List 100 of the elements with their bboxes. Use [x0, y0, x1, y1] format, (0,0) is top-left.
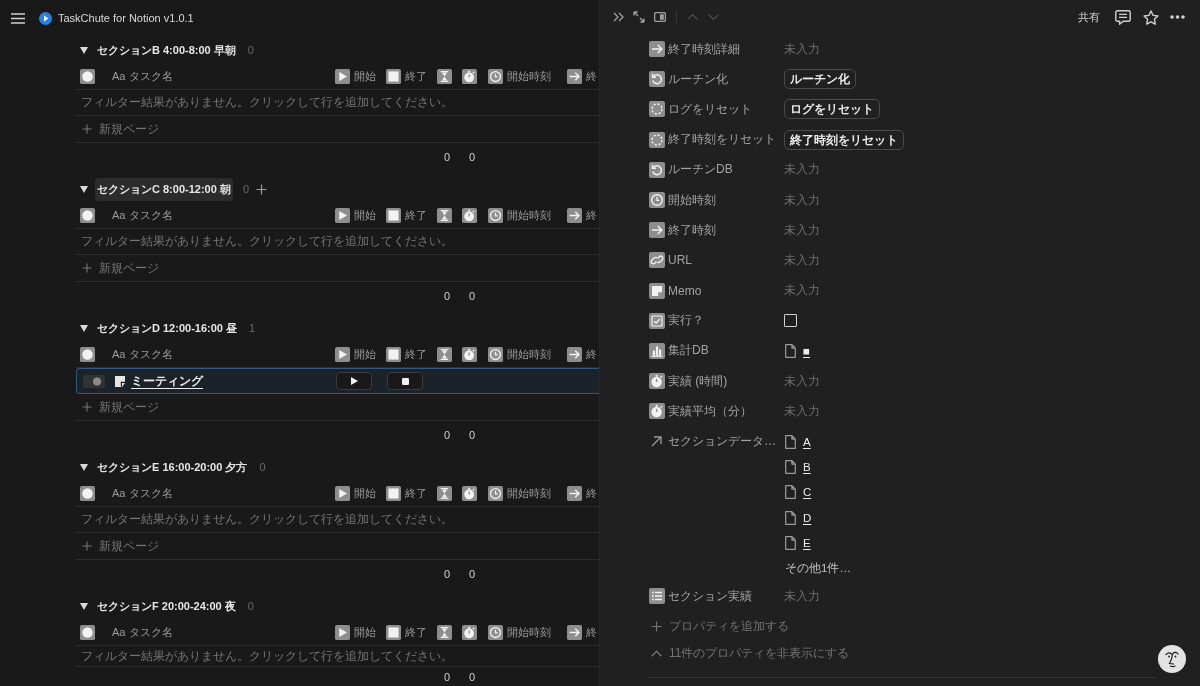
section-title[interactable]: セクションF 20:00-24:00 夜	[95, 594, 238, 618]
section-title[interactable]: セクションC 8:00-12:00 朝	[95, 177, 233, 201]
property-label[interactable]: 実績 (時間)	[668, 372, 784, 390]
page-link[interactable]: D	[803, 511, 812, 524]
empty-message[interactable]: フィルター結果がありません。クリックして行を追加してください。	[76, 94, 453, 111]
page-link[interactable]: C	[803, 486, 812, 499]
more-link[interactable]: その他1件…	[785, 560, 851, 576]
column-header[interactable]: 開始時刻	[488, 625, 551, 640]
column-header[interactable]: 開始時刻	[488, 347, 551, 362]
column-header[interactable]: Aa タスク名	[112, 625, 173, 640]
column-header[interactable]: 終了	[386, 347, 427, 362]
stopwatch-icon[interactable]	[462, 486, 477, 501]
column-header[interactable]: 開始	[335, 625, 376, 640]
property-label[interactable]: ログをリセット	[668, 100, 784, 118]
task-row[interactable]: ミーティング	[76, 368, 600, 394]
caret-icon[interactable]	[80, 463, 88, 471]
help-button[interactable]	[1158, 645, 1186, 673]
menu-icon[interactable]	[11, 12, 25, 24]
property-label[interactable]: セクション実績	[668, 587, 784, 605]
column-header[interactable]: 終了	[386, 625, 427, 640]
double-chevron-icon[interactable]	[613, 12, 624, 22]
property-label[interactable]: Memo	[668, 283, 784, 298]
new-page-button[interactable]: 新規ページ	[76, 120, 159, 138]
property-label[interactable]: ルーチン化	[668, 70, 784, 88]
hourglass-icon[interactable]	[437, 625, 452, 640]
stopwatch-icon[interactable]	[462, 69, 477, 84]
section-title[interactable]: セクションE 16:00-20:00 夕方	[95, 455, 250, 479]
hourglass-icon[interactable]	[437, 208, 452, 223]
section-title[interactable]: セクションD 12:00-16:00 昼	[95, 316, 239, 340]
column-header[interactable]: 開始	[335, 208, 376, 223]
column-header[interactable]: 開始時刻	[488, 69, 551, 84]
column-header[interactable]: Aa タスク名	[112, 486, 173, 501]
column-header[interactable]: 終了	[386, 69, 427, 84]
column-header[interactable]: 開始	[335, 347, 376, 362]
stopwatch-icon[interactable]	[462, 347, 477, 362]
stopwatch-icon[interactable]	[462, 208, 477, 223]
property-label[interactable]: セクションデータ…	[668, 433, 784, 451]
column-header[interactable]: 開始	[335, 486, 376, 501]
column-header[interactable]: 開始	[335, 69, 376, 84]
add-property-button[interactable]: プロパティを追加する	[649, 611, 789, 642]
empty-message[interactable]: フィルター結果がありません。クリックして行を追加してください。	[76, 647, 453, 665]
circle-icon[interactable]	[80, 625, 95, 640]
column-header[interactable]: Aa タスク名	[112, 69, 173, 84]
start-button[interactable]	[336, 372, 372, 390]
circle-icon[interactable]	[80, 69, 95, 84]
more-icon[interactable]	[1170, 15, 1185, 19]
side-panel-icon[interactable]	[654, 12, 666, 22]
property-label[interactable]: 実行？	[668, 312, 784, 330]
star-icon[interactable]	[1143, 9, 1159, 25]
column-header[interactable]: 終	[567, 625, 597, 640]
add-button[interactable]	[256, 183, 267, 195]
property-label[interactable]: 終了時刻をリセット	[668, 131, 784, 149]
caret-icon[interactable]	[80, 185, 88, 193]
property-label[interactable]: ルーチンDB	[668, 161, 784, 179]
stop-button[interactable]	[387, 372, 423, 390]
new-page-button[interactable]: 新規ページ	[76, 259, 159, 277]
new-page-button[interactable]: 新規ページ	[76, 537, 159, 555]
property-action-button[interactable]: ログをリセット	[784, 99, 880, 120]
column-header[interactable]: 終	[567, 69, 597, 84]
column-header[interactable]: 終	[567, 486, 597, 501]
checkbox[interactable]	[784, 314, 797, 328]
section-title[interactable]: セクションB 4:00-8:00 早朝	[95, 38, 238, 62]
property-label[interactable]: 終了時刻	[668, 221, 784, 239]
hourglass-icon[interactable]	[437, 486, 452, 501]
property-label[interactable]: 実績平均（分）	[668, 402, 784, 420]
column-header[interactable]: 開始時刻	[488, 486, 551, 501]
column-header[interactable]: 終	[567, 347, 597, 362]
caret-icon[interactable]	[80, 602, 88, 610]
status-toggle-icon[interactable]	[83, 374, 105, 388]
comment-icon[interactable]	[1115, 9, 1131, 25]
circle-icon[interactable]	[80, 347, 95, 362]
column-header[interactable]: 開始時刻	[488, 208, 551, 223]
new-page-button[interactable]: 新規ページ	[76, 398, 159, 416]
property-action-button[interactable]: ルーチン化	[784, 69, 856, 90]
column-header[interactable]: 終	[567, 208, 597, 223]
page-link[interactable]: A	[803, 435, 811, 448]
column-header[interactable]: Aa タスク名	[112, 347, 173, 362]
task-title-link[interactable]: ミーティング	[131, 372, 203, 390]
empty-message[interactable]: フィルター結果がありません。クリックして行を追加してください。	[76, 511, 453, 528]
page-link[interactable]: B	[803, 460, 811, 473]
hourglass-icon[interactable]	[437, 347, 452, 362]
expand-icon[interactable]	[633, 11, 645, 23]
property-label[interactable]: URL	[668, 253, 784, 268]
circle-icon[interactable]	[80, 208, 95, 223]
property-label[interactable]: 開始時刻	[668, 191, 784, 209]
property-label[interactable]: 集計DB	[668, 342, 784, 360]
column-header[interactable]: 終了	[386, 208, 427, 223]
property-action-button[interactable]: 終了時刻をリセット	[784, 129, 904, 150]
caret-icon[interactable]	[80, 46, 88, 54]
column-header[interactable]: Aa タスク名	[112, 208, 173, 223]
page-link[interactable]: E	[803, 537, 811, 550]
hide-properties-button[interactable]: 11件のプロパティを非表示にする	[649, 641, 850, 666]
hourglass-icon[interactable]	[437, 69, 452, 84]
empty-message[interactable]: フィルター結果がありません。クリックして行を追加してください。	[76, 233, 453, 250]
property-label[interactable]: 終了時刻詳細	[668, 40, 784, 58]
share-button[interactable]: 共有	[1078, 9, 1100, 25]
column-header[interactable]: 終了	[386, 486, 427, 501]
circle-icon[interactable]	[80, 486, 95, 501]
page-link[interactable]: ■	[803, 344, 810, 357]
caret-icon[interactable]	[80, 324, 88, 332]
